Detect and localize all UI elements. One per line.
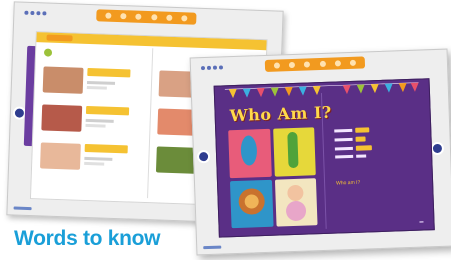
reader-toolbar	[264, 56, 366, 72]
vocab-word-label	[85, 105, 130, 116]
lesson-badge-icon	[43, 48, 53, 57]
status-bar	[13, 206, 32, 211]
home-icon[interactable]	[105, 12, 112, 19]
menu-icon[interactable]	[289, 61, 296, 69]
page-dots	[24, 10, 47, 16]
prev-page-arrow-icon[interactable]	[196, 149, 211, 164]
zoom-icon[interactable]	[165, 14, 173, 21]
section-heading: Words to know	[14, 227, 161, 250]
story-screenshot-window: Who Am I? Who am I? ▬	[189, 48, 451, 256]
vocab-word-label	[84, 143, 128, 154]
face-photo	[40, 142, 81, 170]
vocab-item[interactable]	[41, 104, 130, 133]
reader-toolbar	[96, 9, 197, 25]
page-fold	[147, 48, 154, 199]
settings-icon[interactable]	[181, 15, 188, 22]
text-line	[334, 127, 370, 133]
vocab-word-label	[87, 67, 131, 78]
settings-icon[interactable]	[349, 59, 356, 66]
audio-icon[interactable]	[319, 60, 326, 68]
mouth-photo	[41, 104, 83, 132]
vocab-item[interactable]	[42, 66, 131, 95]
baby-character	[274, 177, 318, 227]
next-page-arrow-icon[interactable]	[430, 141, 445, 156]
question-text: Who am I?	[336, 179, 361, 187]
status-bar	[203, 245, 222, 250]
text-line	[334, 145, 372, 151]
story-book-spread: Who Am I? Who am I? ▬	[213, 78, 435, 238]
lion-character	[229, 179, 274, 229]
page-number: ▬	[419, 218, 424, 224]
home-icon[interactable]	[273, 62, 281, 69]
zoom-icon[interactable]	[334, 60, 341, 67]
text-line	[334, 136, 366, 142]
side-tab[interactable]	[23, 45, 36, 147]
eye-photo	[42, 66, 84, 94]
text-line	[335, 154, 367, 159]
section-tag	[46, 34, 73, 42]
vocab-item[interactable]	[40, 142, 128, 171]
characters-illustration	[228, 127, 318, 229]
menu-icon[interactable]	[120, 13, 127, 20]
bird-character	[228, 128, 272, 178]
story-title: Who Am I?	[229, 102, 333, 126]
feet-photo	[155, 146, 197, 174]
pen-icon[interactable]	[304, 61, 311, 68]
audio-icon[interactable]	[150, 14, 158, 21]
page-dots	[200, 65, 224, 71]
pen-icon[interactable]	[135, 13, 142, 20]
snake-character	[272, 127, 316, 177]
